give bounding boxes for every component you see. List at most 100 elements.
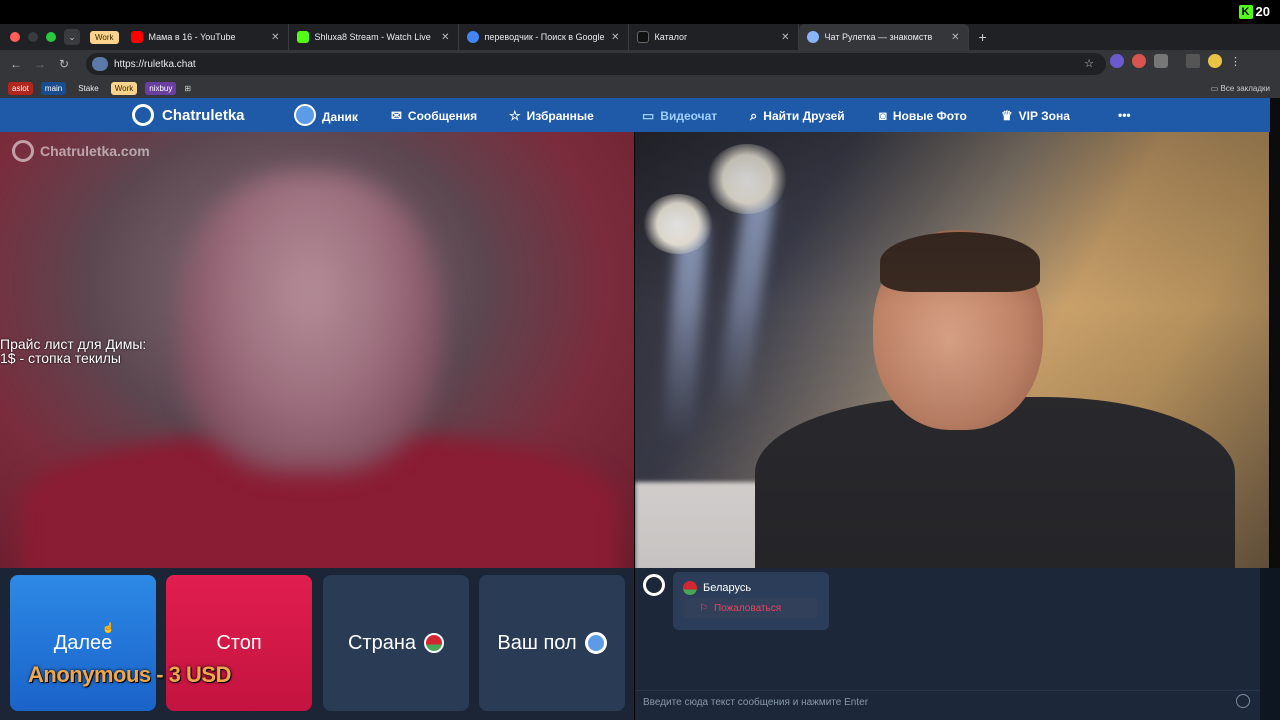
browser-tab-strip: ⌄ Work Мама в 16 - YouTube ✕ Shluxa8 Str… — [0, 24, 1280, 50]
reading-list-icon[interactable] — [1186, 54, 1200, 68]
all-bookmarks-link[interactable]: ▭ Все закладки — [1211, 84, 1270, 93]
tab-search-button[interactable]: ⌄ — [64, 29, 80, 45]
crown-icon: ♛ — [1001, 108, 1013, 123]
emoji-icon[interactable] — [1236, 694, 1250, 708]
report-button[interactable]: ⚐ Пожаловаться — [683, 598, 817, 618]
stop-button-label: Стоп — [216, 631, 262, 654]
close-tab-icon[interactable]: ✕ — [951, 32, 959, 43]
chatruletka-logo-icon — [643, 574, 665, 596]
site-info-icon[interactable] — [92, 57, 108, 71]
bookmark-star-icon[interactable]: ☆ — [1084, 57, 1094, 70]
maximize-window-button[interactable] — [46, 32, 56, 42]
extension-icon[interactable] — [1132, 54, 1146, 68]
tab-title: Мама в 16 - YouTube — [148, 32, 236, 42]
viewer-count: 20 — [1255, 4, 1270, 19]
video-shading — [635, 132, 1269, 568]
gender-icon — [584, 632, 607, 654]
price-line: 1$ - стопка текилы — [0, 350, 121, 366]
chat-scroll-edge — [1260, 568, 1280, 720]
page-scroll-edge — [1270, 98, 1280, 568]
nav-find-friends[interactable]: ⌕ Найти Друзей — [750, 108, 845, 124]
browser-menu-icon[interactable]: ⋮ — [1230, 55, 1241, 68]
chatruletka-icon — [806, 31, 819, 43]
partner-video — [635, 132, 1269, 568]
close-tab-icon[interactable]: ✕ — [781, 32, 789, 43]
nav-messages[interactable]: ✉ Сообщения — [391, 108, 477, 124]
brand-logo[interactable]: Chatruletka — [132, 104, 245, 126]
bookmark-work[interactable]: Work — [110, 81, 138, 95]
avatar — [294, 104, 316, 126]
reload-icon[interactable]: ↻ — [52, 57, 76, 71]
site-watermark: Chatruletka.com — [12, 140, 150, 162]
nav-videochat[interactable]: ▭ Видеочат — [642, 108, 717, 124]
mouse-cursor-icon: ☝ — [102, 623, 115, 634]
tab-group-badge[interactable]: Work — [90, 30, 119, 44]
nav-new-photos[interactable]: ◙ Новые Фото — [879, 108, 967, 123]
nav-favorites-label: Избранные — [526, 109, 594, 123]
puzzle-icon[interactable] — [1154, 54, 1168, 68]
bookmark-stake[interactable]: Stake — [74, 82, 102, 95]
local-video: Chatruletka.com Прайс лист для Димы: 1$ … — [0, 132, 634, 568]
country-button-label: Страна — [347, 631, 417, 654]
tab-google-search[interactable]: переводчик - Поиск в Google ✕ — [459, 24, 629, 50]
close-tab-icon[interactable]: ✕ — [441, 32, 449, 43]
bookmark-aslot[interactable]: aslot — [8, 81, 33, 95]
price-list-overlay: Прайс лист для Димы: 1$ - стопка текилы — [0, 337, 146, 365]
tab-catalog[interactable]: Каталог ✕ — [629, 24, 799, 50]
chatruletka-logo-icon — [12, 140, 34, 162]
tab-youtube[interactable]: Мама в 16 - YouTube ✕ — [123, 24, 289, 50]
more-menu-button[interactable]: ••• — [1118, 108, 1131, 122]
chatruletka-logo-icon — [132, 104, 154, 126]
tab-chatruletka[interactable]: Чат Рулетка — знакомств ✕ — [798, 24, 969, 50]
minimize-window-button[interactable] — [28, 32, 38, 42]
bookmark-main[interactable]: main — [40, 81, 67, 95]
close-tab-icon[interactable]: ✕ — [271, 32, 279, 43]
stop-button[interactable]: Стоп — [166, 575, 312, 711]
profile-avatar-icon[interactable] — [1208, 54, 1222, 68]
gender-button-label: Ваш пол — [497, 631, 577, 654]
chat-message-input[interactable] — [635, 690, 1260, 714]
chat-panel: Беларусь ⚐ Пожаловаться — [635, 568, 1260, 720]
nav-favorites[interactable]: ☆ Избранные — [509, 108, 594, 124]
next-button[interactable]: Далее ☝ — [10, 575, 156, 711]
forward-arrow-icon[interactable]: → — [28, 57, 52, 71]
close-window-button[interactable] — [10, 32, 20, 42]
partner-country-label: Беларусь — [703, 582, 752, 594]
kick-logo-icon: K — [1238, 4, 1253, 19]
url-bar[interactable]: https://ruletka.chat ☆ — [86, 53, 1106, 75]
brand-name: Chatruletka — [162, 106, 245, 124]
tab-title: переводчик - Поиск в Google — [484, 32, 605, 42]
nav-vip[interactable]: ♛ VIP Зона — [1001, 108, 1070, 124]
tab-title: Чат Рулетка — знакомств — [824, 32, 933, 42]
stream-topbar: K 20 — [0, 0, 1280, 24]
flag-icon: ⚐ — [699, 602, 708, 614]
nav-find-friends-label: Найти Друзей — [763, 109, 845, 123]
watermark-text: Chatruletka.com — [40, 143, 150, 159]
extension-icon[interactable] — [1110, 54, 1124, 68]
kick-icon — [296, 31, 309, 43]
apps-grid-icon[interactable]: ⊞ — [184, 84, 191, 93]
window-controls — [10, 32, 56, 42]
gender-select-button[interactable]: Ваш пол — [479, 575, 625, 711]
site-navbar: Chatruletka Даник ✉ Сообщения ☆ Избранны… — [0, 98, 1270, 132]
tab-kick-stream[interactable]: Shluxa8 Stream - Watch Live ✕ — [289, 24, 459, 50]
bookmark-nixbuy[interactable]: nixbuy — [145, 81, 177, 95]
control-panel: Далее ☝ Стоп Страна Ваш пол Anonymous - … — [0, 568, 634, 720]
country-select-button[interactable]: Страна — [323, 575, 469, 711]
nav-profile[interactable]: Даник — [294, 104, 358, 126]
belarus-flag-icon — [683, 581, 697, 595]
report-button-label: Пожаловаться — [713, 602, 782, 614]
new-tab-button[interactable]: + — [979, 29, 987, 45]
next-button-label: Далее — [53, 631, 113, 654]
back-arrow-icon[interactable]: ← — [4, 57, 28, 71]
url-text[interactable]: https://ruletka.chat — [114, 59, 196, 70]
address-toolbar: ← → ↻ https://ruletka.chat ☆ ⋮ — [0, 50, 1280, 78]
envelope-icon: ✉ — [391, 108, 402, 123]
video-camera-icon: ▭ — [642, 108, 655, 123]
nav-vip-label: VIP Зона — [1018, 109, 1070, 123]
nav-profile-label: Даник — [322, 110, 358, 124]
nav-messages-label: Сообщения — [407, 109, 478, 123]
close-tab-icon[interactable]: ✕ — [611, 32, 619, 43]
bookmarks-bar: aslot main Stake Work nixbuy ⊞ ▭ Все зак… — [0, 78, 1280, 98]
camera-icon: ◙ — [879, 108, 887, 123]
